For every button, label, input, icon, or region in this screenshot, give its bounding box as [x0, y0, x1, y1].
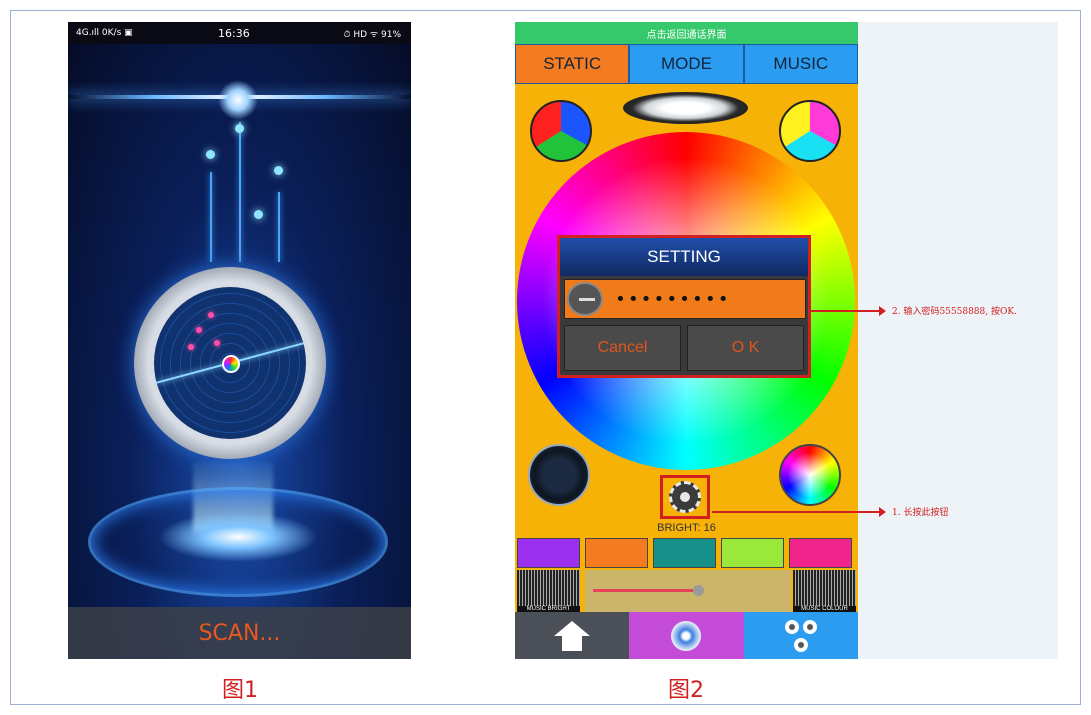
radar-blip — [214, 340, 220, 346]
circuit-line — [239, 122, 241, 262]
swatch-green[interactable] — [721, 538, 784, 568]
slider-track — [593, 589, 693, 592]
circuit-node-icon — [235, 124, 244, 133]
brightness-slider[interactable] — [585, 570, 791, 612]
status-time: 16:36 — [218, 26, 250, 40]
settings-button[interactable] — [660, 475, 710, 519]
music-bright-button[interactable]: MUSIC BRIGHT — [517, 570, 580, 612]
setting-dialog: SETTING ••••••••• Cancel O K — [557, 235, 811, 378]
radar-blip — [196, 327, 202, 333]
nav-music[interactable] — [629, 612, 744, 659]
blank-pane — [858, 22, 1058, 659]
mode-tabs: STATIC MODE MUSIC — [515, 44, 858, 84]
scan-label: SCAN... — [198, 620, 281, 646]
scan-button[interactable]: SCAN... — [68, 607, 411, 659]
circuit-node-icon — [206, 150, 215, 159]
password-value: ••••••••• — [615, 289, 731, 310]
bottom-nav — [515, 612, 858, 659]
tab-static[interactable]: STATIC — [515, 44, 630, 84]
annotation-arrow — [810, 306, 886, 316]
gear-icon — [669, 481, 701, 513]
status-signal: 4G.ıll 0K/s ▣ — [76, 28, 133, 38]
annotation-step2: 2. 输入密码55558888, 按OK. — [892, 307, 1017, 317]
dialog-title: SETTING — [560, 238, 808, 276]
call-return-banner[interactable]: 点击返回通话界面 — [515, 22, 858, 44]
scan-screen: 4G.ıll 0K/s ▣ 16:36 ⏱ HD ᯤ 91% SCAN... — [68, 22, 411, 659]
tab-mode[interactable]: MODE — [629, 44, 744, 84]
flare-icon — [218, 80, 258, 120]
slider-knob[interactable] — [693, 585, 704, 596]
lamp-icon[interactable] — [623, 92, 748, 124]
annotation-step1: 1. 长按此按钮 — [892, 508, 949, 518]
annotation-arrow — [712, 507, 886, 517]
music-colour-button[interactable]: MUSIC COLOUR — [793, 570, 856, 612]
status-battery: ⏱ HD ᯤ 91% — [343, 29, 401, 40]
bright-label: BRIGHT: 16 — [657, 522, 716, 534]
circuit-line — [210, 172, 212, 262]
home-icon — [554, 620, 591, 651]
rgb-wheel-icon[interactable] — [530, 100, 592, 162]
swatch-purple[interactable] — [517, 538, 580, 568]
circuit-line — [278, 192, 280, 262]
cmy-wheel-icon[interactable] — [779, 100, 841, 162]
platform-glow — [158, 512, 318, 562]
color-disc-icon[interactable] — [779, 444, 841, 506]
music-dial-icon[interactable] — [528, 444, 590, 506]
figure2-caption: 图2 — [668, 678, 704, 703]
tab-music[interactable]: MUSIC — [743, 44, 858, 84]
key-icon — [567, 282, 603, 316]
swatch-orange[interactable] — [585, 538, 648, 568]
radar-blip — [208, 312, 214, 318]
nav-lights[interactable] — [743, 612, 858, 659]
ok-button[interactable]: O K — [687, 325, 804, 371]
cancel-button[interactable]: Cancel — [564, 325, 681, 371]
swatch-teal[interactable] — [653, 538, 716, 568]
circuit-node-icon — [274, 166, 283, 175]
color-logo-icon — [222, 355, 240, 373]
figure1-caption: 图1 — [222, 678, 258, 703]
circuit-node-icon — [254, 210, 263, 219]
status-bar: 4G.ıll 0K/s ▣ 16:36 ⏱ HD ᯤ 91% — [68, 22, 411, 44]
lights-icon — [783, 618, 819, 654]
password-field[interactable]: ••••••••• — [564, 279, 806, 319]
radar-blip — [188, 344, 194, 350]
swatch-pink[interactable] — [789, 538, 852, 568]
music-disc-icon — [671, 620, 702, 651]
nav-home[interactable] — [515, 612, 630, 659]
control-screen: 点击返回通话界面 STATIC MODE MUSIC SETTING •••••… — [515, 22, 858, 659]
